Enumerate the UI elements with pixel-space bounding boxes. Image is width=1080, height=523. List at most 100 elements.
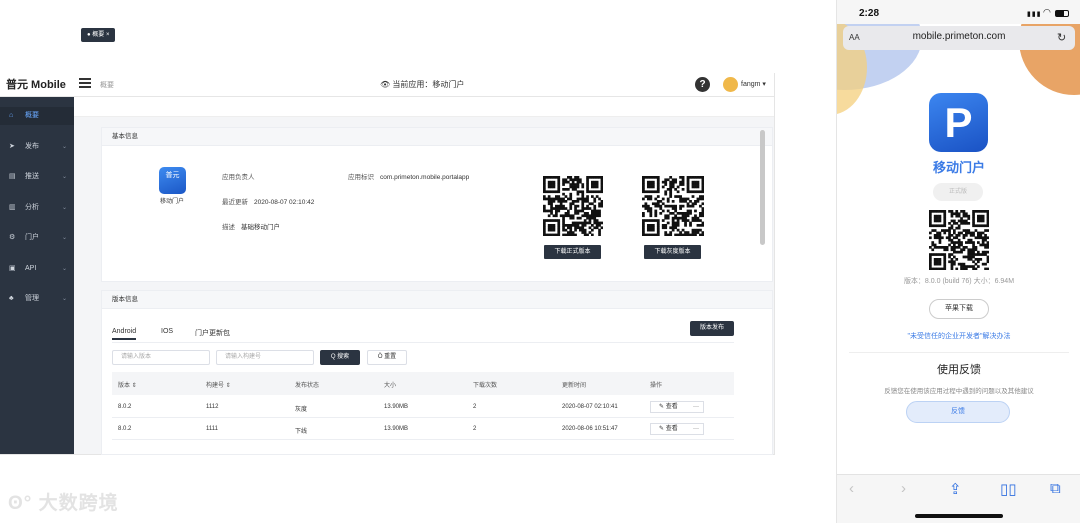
scrollbar[interactable] bbox=[760, 130, 765, 245]
row1-updated: 2020-08-07 02:10:41 bbox=[562, 404, 618, 410]
sidebar-item-3[interactable]: ▥ 分析 ⌄ bbox=[0, 199, 74, 217]
username: fangm bbox=[741, 81, 761, 88]
row1-build: 1112 bbox=[206, 404, 219, 410]
tab-portal-update[interactable]: 门户更新包 bbox=[195, 328, 230, 338]
row-divider bbox=[112, 417, 734, 418]
api-icon: ▣ bbox=[9, 264, 16, 272]
breadcrumb: 概要 bbox=[100, 82, 114, 89]
feedback-button[interactable]: 反馈 bbox=[906, 401, 1010, 423]
phone-app-name: 移动门户 bbox=[932, 160, 985, 175]
tab-android[interactable]: Android bbox=[112, 328, 137, 340]
col-status: 发布状态 bbox=[295, 383, 320, 389]
sidebar-item-1[interactable]: ➤ 发布 ⌄ bbox=[0, 138, 74, 156]
chevron-down-icon: ⌄ bbox=[61, 204, 67, 211]
user-menu[interactable]: fangm ▾ bbox=[741, 80, 766, 88]
brand-logo: 普元 Mobile bbox=[6, 79, 66, 91]
gear-icon: ⚙ bbox=[9, 234, 16, 241]
updated-field: 最近更新 2020-08-07 02:10:42 bbox=[222, 196, 314, 206]
row2-version: 8.0.2 bbox=[118, 426, 132, 432]
row2-updated: 2020-08-06 10:51:47 bbox=[562, 426, 618, 432]
help-icon[interactable]: ? bbox=[695, 77, 710, 92]
owner-label: 应用负责人 bbox=[222, 174, 255, 181]
row2-size: 13.90MB bbox=[384, 426, 409, 432]
release-version-button[interactable]: 版本发布 bbox=[690, 321, 734, 336]
app-icon-label: 移动门户 bbox=[159, 199, 184, 205]
chevron-down-icon: ⌄ bbox=[61, 174, 67, 180]
top-header: 普元 Mobile 概要 👁 当前应用：移动门户 ? fangm ▾ bbox=[0, 73, 774, 97]
divider bbox=[849, 352, 1069, 353]
more-icon[interactable]: ··· bbox=[693, 402, 699, 412]
chart-icon: ▥ bbox=[9, 203, 16, 211]
app-logo: P bbox=[929, 93, 988, 152]
sidebar-item-0[interactable]: ⌂ 概要 bbox=[0, 107, 74, 125]
download-official-button[interactable]: 下载正式版本 bbox=[544, 245, 601, 259]
row1-version: 8.0.2 bbox=[118, 404, 132, 410]
search-button[interactable]: Q 搜索 bbox=[320, 350, 360, 365]
chevron-down-icon: ⌄ bbox=[61, 143, 67, 150]
version-line: 版本：8.0.0 (build 76) 大小：6.94M bbox=[837, 276, 1080, 286]
version-search-input[interactable]: 请输入版本 bbox=[112, 350, 210, 365]
current-app-text: 当前应用：移动门户 bbox=[392, 80, 465, 89]
mobile-screenshot: 2:28 ▮▮▮ ◠ AA mobile.primeton.com ↻ P 移动… bbox=[836, 0, 1080, 523]
chevron-down-icon: ▾ bbox=[762, 81, 766, 88]
back-icon[interactable]: ‹ bbox=[849, 480, 854, 497]
sidebar-item-2[interactable]: ▤ 推送 ⌄ bbox=[0, 168, 74, 186]
tab-overview[interactable]: ● 概要 × bbox=[81, 28, 116, 42]
chevron-down-icon: ⌄ bbox=[61, 296, 67, 302]
sidebar-item-label: 概要 bbox=[25, 112, 39, 119]
row2-downloads: 2 bbox=[473, 426, 477, 432]
official-qr-code bbox=[543, 176, 604, 237]
untrusted-dev-link[interactable]: "未受信任的企业开发者"解决办法 bbox=[837, 331, 1080, 341]
tabs-icon[interactable]: ⧉ bbox=[1050, 480, 1061, 497]
feedback-title: 使用反馈 bbox=[937, 364, 981, 376]
forward-icon[interactable]: › bbox=[901, 480, 906, 497]
sidebar-item-4[interactable]: ⚙ 门户 ⌄ bbox=[0, 229, 74, 247]
col-updated: 更新时间 bbox=[562, 383, 587, 389]
sidebar-item-label: 发布 bbox=[25, 142, 39, 150]
col-version[interactable]: 版本 ⇕ bbox=[118, 380, 137, 389]
avatar[interactable] bbox=[723, 77, 738, 92]
reload-icon[interactable]: ↻ bbox=[1057, 31, 1066, 44]
clock: 2:28 bbox=[859, 8, 880, 19]
share-icon[interactable]: ⇪ bbox=[949, 480, 962, 498]
bookmarks-icon[interactable]: ▯▯ bbox=[1000, 480, 1017, 498]
battery-icon bbox=[1055, 10, 1069, 17]
chevron-down-icon: ⌄ bbox=[61, 265, 67, 272]
apple-download-button[interactable]: 苹果下载 bbox=[929, 299, 989, 319]
version-info-title: 版本信息 bbox=[102, 291, 772, 309]
reset-button[interactable]: Ö 重置 bbox=[367, 350, 407, 365]
menu-icon[interactable] bbox=[79, 78, 91, 90]
home-icon: ⌂ bbox=[9, 112, 14, 119]
row2-build: 1111 bbox=[206, 426, 219, 432]
row1-view-button[interactable]: ✎ 查看 ··· bbox=[650, 401, 704, 413]
app-id-field: 应用标识 com.primeton.mobile.portalapp bbox=[348, 171, 469, 181]
sidebar-item-label: 分析 bbox=[25, 203, 39, 211]
sidebar-item-6[interactable]: ♣ 管理 ⌄ bbox=[0, 290, 74, 308]
more-icon[interactable]: ··· bbox=[693, 424, 699, 434]
inbox-icon: ▤ bbox=[9, 173, 16, 180]
current-app-label: 👁 当前应用：移动门户 bbox=[380, 79, 464, 90]
row2-view-button[interactable]: ✎ 查看 ··· bbox=[650, 423, 704, 435]
row1-size: 13.90MB bbox=[384, 404, 409, 410]
sidebar-item-label: 门户 bbox=[25, 234, 39, 241]
sidebar-item-5[interactable]: ▣ API ⌄ bbox=[0, 260, 74, 278]
home-indicator bbox=[915, 514, 1003, 518]
row-divider bbox=[112, 439, 734, 440]
wifi-icon: ◠ bbox=[1043, 7, 1051, 17]
download-grey-button[interactable]: 下载灰度版本 bbox=[644, 245, 701, 259]
desc-value: 基础移动门户 bbox=[241, 224, 280, 231]
row2-status: 下线 bbox=[295, 429, 308, 435]
version-text: 版本：8.0.0 (build 76) 大小：6.94M bbox=[903, 278, 1015, 285]
url-text[interactable]: mobile.primeton.com bbox=[837, 31, 1080, 42]
send-icon: ➤ bbox=[9, 142, 15, 150]
desc-field: 描述 基础移动门户 bbox=[222, 221, 280, 231]
tab-ios[interactable]: IOS bbox=[161, 328, 173, 335]
row2-view-label: ✎ 查看 bbox=[659, 426, 678, 432]
app-icon: 普元 bbox=[159, 167, 186, 194]
grey-qr-code bbox=[642, 176, 705, 237]
updated-label: 最近更新 bbox=[222, 199, 248, 206]
watermark-logo-icon: ʘ° bbox=[8, 493, 39, 514]
watermark: ʘ° 大数跨境 bbox=[8, 488, 119, 515]
col-build[interactable]: 构建号 ⇕ bbox=[206, 380, 231, 389]
build-search-input[interactable]: 请输入构建号 bbox=[216, 350, 314, 365]
